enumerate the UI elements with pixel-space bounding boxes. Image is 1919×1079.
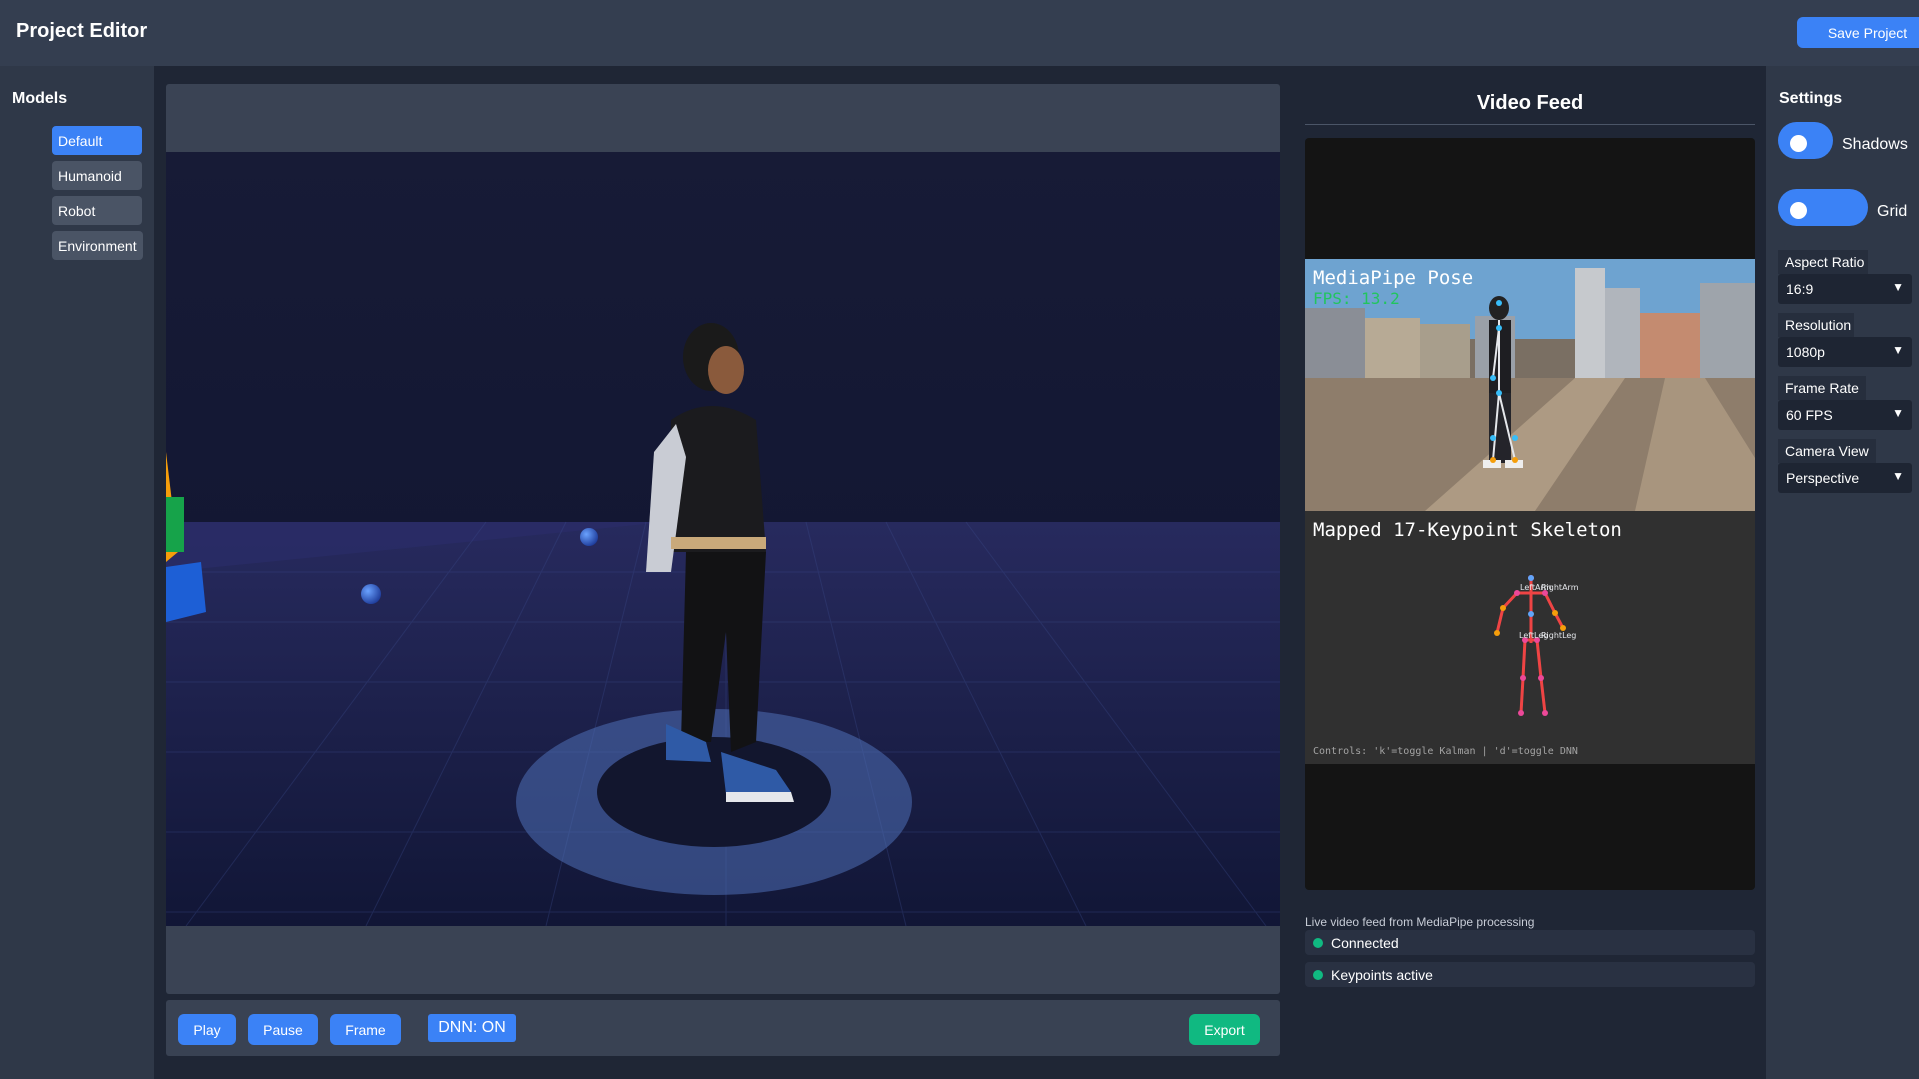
aspect-ratio-select[interactable]: 16:9 ▼	[1778, 274, 1912, 304]
status-connected: Connected	[1305, 930, 1755, 955]
aspect-ratio-label: Aspect Ratio	[1778, 250, 1868, 274]
sphere-right	[580, 528, 598, 546]
status-text: Keypoints active	[1331, 966, 1433, 983]
grid-label: Grid	[1877, 203, 1908, 220]
top-header: Project Editor Save Project	[0, 0, 1919, 66]
sphere-left	[361, 584, 381, 604]
play-button[interactable]: Play	[178, 1014, 236, 1045]
frame-rate-value: 60 FPS	[1786, 407, 1833, 423]
divider	[1305, 124, 1755, 125]
save-project-button[interactable]: Save Project	[1797, 17, 1919, 48]
toggle-knob	[1790, 135, 1807, 152]
joint-label-right-arm: RightArm	[1541, 583, 1579, 592]
chevron-down-icon: ▼	[1892, 406, 1904, 420]
resolution-select[interactable]: 1080p ▼	[1778, 337, 1912, 367]
status-keypoints: Keypoints active	[1305, 962, 1755, 987]
model-default-button[interactable]: Default	[52, 126, 142, 155]
chevron-down-icon: ▼	[1892, 343, 1904, 357]
models-heading: Models	[12, 90, 68, 107]
settings-heading: Settings	[1779, 90, 1843, 107]
joint-label-right-leg: RightLeg	[1541, 631, 1576, 640]
frame-rate-select[interactable]: 60 FPS ▼	[1778, 400, 1912, 430]
camera-view-select[interactable]: Perspective ▼	[1778, 463, 1912, 493]
model-environment-button[interactable]: Environment	[52, 231, 143, 260]
pause-button[interactable]: Pause	[248, 1014, 318, 1045]
toggle-knob	[1790, 202, 1807, 219]
frame-button[interactable]: Frame	[330, 1014, 401, 1045]
frame-rate-label: Frame Rate	[1778, 376, 1866, 400]
video-feed: MediaPipe Pose FPS: 13.2 Mapped 17-Keypo…	[1305, 138, 1755, 890]
camera-view-value: Perspective	[1786, 470, 1860, 486]
export-button[interactable]: Export	[1189, 1014, 1260, 1045]
shadows-toggle[interactable]	[1778, 122, 1833, 159]
aspect-ratio-value: 16:9	[1786, 281, 1814, 297]
skeleton-title: Mapped 17-Keypoint Skeleton	[1313, 519, 1622, 541]
page-title: Project Editor	[16, 20, 148, 42]
chevron-down-icon: ▼	[1892, 469, 1904, 483]
resolution-value: 1080p	[1786, 344, 1825, 360]
pose-title: MediaPipe Pose	[1313, 267, 1473, 289]
3d-viewport[interactable]	[166, 152, 1280, 926]
controls-hint: Controls: 'k'=toggle Kalman | 'd'=toggle…	[1313, 746, 1578, 757]
chevron-down-icon: ▼	[1892, 280, 1904, 294]
model-robot-button[interactable]: Robot	[52, 196, 142, 225]
shadows-label: Shadows	[1842, 136, 1908, 153]
status-dot-icon	[1313, 969, 1323, 980]
model-humanoid-button[interactable]: Humanoid	[52, 161, 142, 190]
status-dot-icon	[1313, 937, 1323, 948]
video-feed-title: Video Feed	[1476, 92, 1584, 114]
grid-toggle[interactable]	[1778, 189, 1868, 226]
dnn-toggle[interactable]: DNN: ON	[428, 1014, 516, 1042]
camera-view-label: Camera View	[1778, 439, 1876, 463]
resolution-label: Resolution	[1778, 313, 1854, 337]
fps-readout: FPS: 13.2	[1313, 289, 1400, 308]
status-text: Connected	[1331, 934, 1399, 951]
video-caption: Live video feed from MediaPipe processin…	[1305, 915, 1535, 929]
